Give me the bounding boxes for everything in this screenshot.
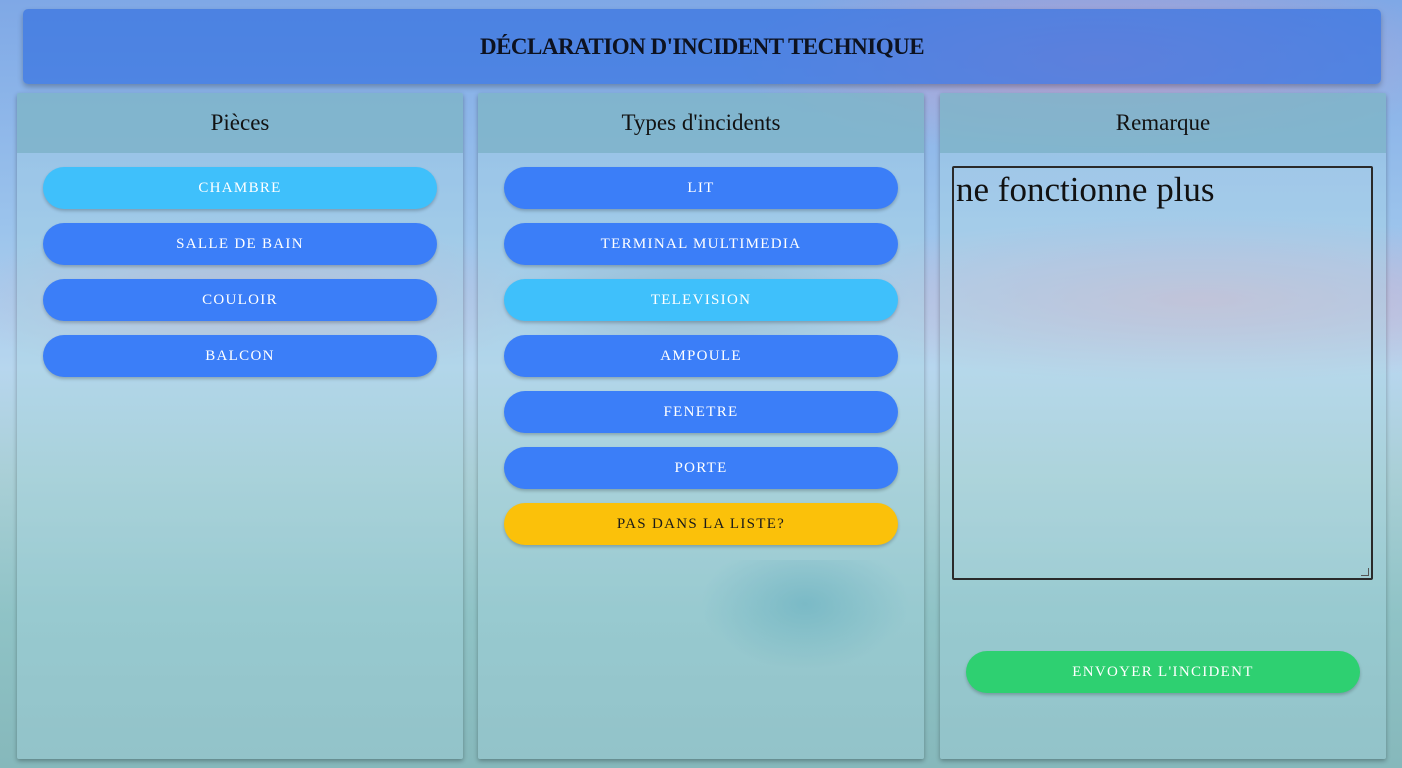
- remark-panel: Remarque ne fonctionne plus ENVOYER L'IN…: [940, 93, 1386, 759]
- room-button-balcon[interactable]: BALCON: [43, 335, 437, 377]
- remark-panel-title: Remarque: [1115, 110, 1211, 135]
- remark-textarea[interactable]: ne fonctionne plus: [952, 166, 1373, 580]
- incident-button-fenetre[interactable]: FENETRE: [504, 391, 898, 433]
- room-button-chambre[interactable]: CHAMBRE: [43, 167, 437, 209]
- incident-types-panel-header: Types d'incidents: [478, 93, 924, 153]
- incident-button-television[interactable]: TELEVISION: [504, 279, 898, 321]
- room-button-salle-de-bain[interactable]: SALLE DE BAIN: [43, 223, 437, 265]
- room-button-couloir[interactable]: COULOIR: [43, 279, 437, 321]
- page-header: DÉCLARATION D'INCIDENT TECHNIQUE: [23, 9, 1381, 84]
- incident-types-panel-title: Types d'incidents: [621, 110, 781, 135]
- rooms-panel: Pièces CHAMBRE SALLE DE BAIN COULOIR BAL…: [17, 93, 463, 759]
- incident-button-ampoule[interactable]: AMPOULE: [504, 335, 898, 377]
- incident-button-porte[interactable]: PORTE: [504, 447, 898, 489]
- incident-button-lit[interactable]: LIT: [504, 167, 898, 209]
- incident-button-terminal-multimedia[interactable]: TERMINAL MULTIMEDIA: [504, 223, 898, 265]
- textarea-resize-grip[interactable]: [1361, 568, 1369, 576]
- not-in-list-button[interactable]: PAS DANS LA LISTE?: [504, 503, 898, 545]
- remark-panel-header: Remarque: [940, 93, 1386, 153]
- send-incident-button[interactable]: ENVOYER L'INCIDENT: [966, 651, 1360, 693]
- rooms-panel-title: Pièces: [210, 110, 270, 135]
- page-title: DÉCLARATION D'INCIDENT TECHNIQUE: [479, 33, 925, 59]
- incident-types-panel: Types d'incidents LIT TERMINAL MULTIMEDI…: [478, 93, 924, 759]
- rooms-panel-header: Pièces: [17, 93, 463, 153]
